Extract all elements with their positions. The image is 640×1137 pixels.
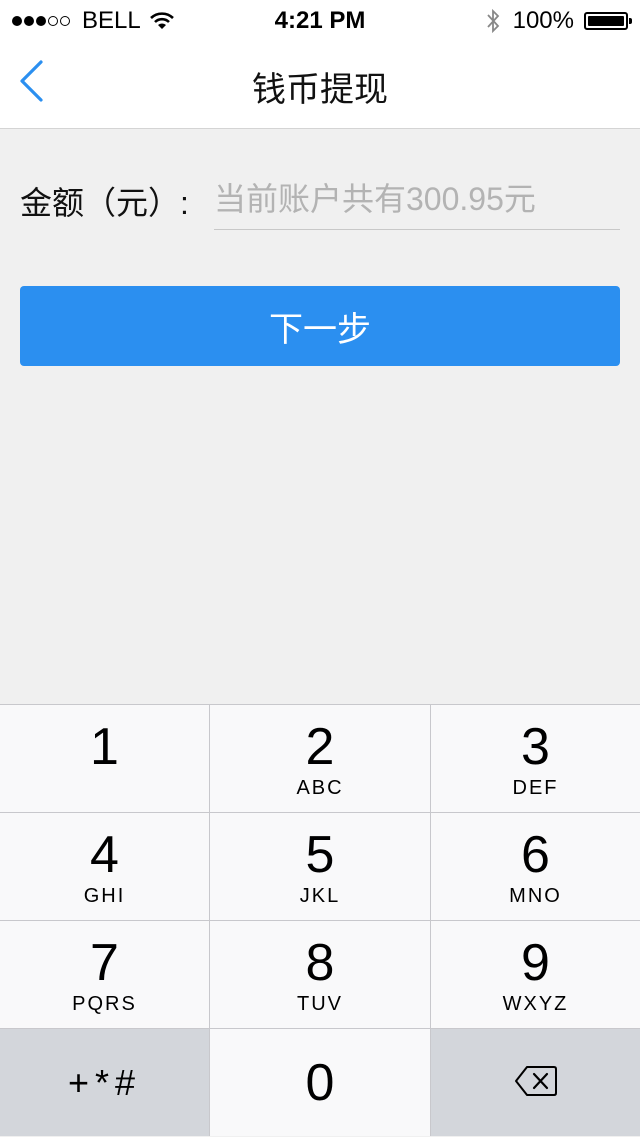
key-letters: TUV [297, 993, 343, 1015]
next-step-button[interactable]: 下一步 [20, 286, 620, 366]
key-digit: 1 [90, 718, 119, 776]
key-digit: 0 [305, 1054, 335, 1112]
key-symbols-label: +*# [67, 1062, 142, 1103]
key-2[interactable]: 2 ABC [210, 705, 430, 812]
key-letters: GHI [83, 885, 126, 907]
status-bar-right: 100% [485, 7, 632, 35]
backspace-icon [515, 1066, 557, 1096]
key-4[interactable]: 4 GHI [0, 813, 209, 920]
key-letters: JKL [299, 885, 341, 907]
key-letters: PQRS [72, 993, 137, 1015]
key-digit: 9 [521, 934, 550, 992]
key-delete[interactable] [431, 1029, 640, 1136]
key-letters: WXYZ [502, 993, 569, 1015]
amount-input[interactable] [214, 170, 620, 230]
key-0[interactable]: 0 [210, 1029, 430, 1136]
key-5[interactable]: 5 JKL [210, 813, 430, 920]
key-6[interactable]: 6 MNO [431, 813, 640, 920]
key-letters: DEF [512, 777, 559, 799]
amount-row: 金额（元）: [20, 170, 620, 232]
key-digit: 5 [305, 826, 335, 884]
key-7[interactable]: 7 PQRS [0, 921, 209, 1028]
key-digit: 7 [90, 934, 119, 992]
key-symbols[interactable]: +*# [0, 1029, 209, 1136]
key-digit: 6 [521, 826, 550, 884]
amount-label: 金额（元）: [20, 185, 189, 221]
bluetooth-icon [486, 8, 499, 34]
battery-icon [584, 12, 632, 30]
key-letters: MNO [509, 885, 562, 907]
navigation-bar: 钱币提现 [0, 40, 640, 129]
key-letters: ABC [296, 777, 344, 799]
key-digit: 4 [90, 826, 119, 884]
battery-percentage: 100% [512, 7, 574, 34]
key-1[interactable]: 1 [0, 705, 209, 812]
page-title: 钱币提现 [252, 71, 388, 109]
status-bar: BELL 4:21 PM 100% [0, 0, 640, 40]
key-digit: 3 [521, 718, 550, 776]
key-9[interactable]: 9 WXYZ [431, 921, 640, 1028]
key-8[interactable]: 8 TUV [210, 921, 430, 1028]
key-3[interactable]: 3 DEF [431, 705, 640, 812]
numeric-keypad: 1 2 ABC 3 DEF 4 GHI 5 JKL 6 MNO 7 PQRS 8… [0, 704, 640, 1136]
key-digit: 2 [305, 718, 335, 776]
key-digit: 8 [305, 934, 335, 992]
